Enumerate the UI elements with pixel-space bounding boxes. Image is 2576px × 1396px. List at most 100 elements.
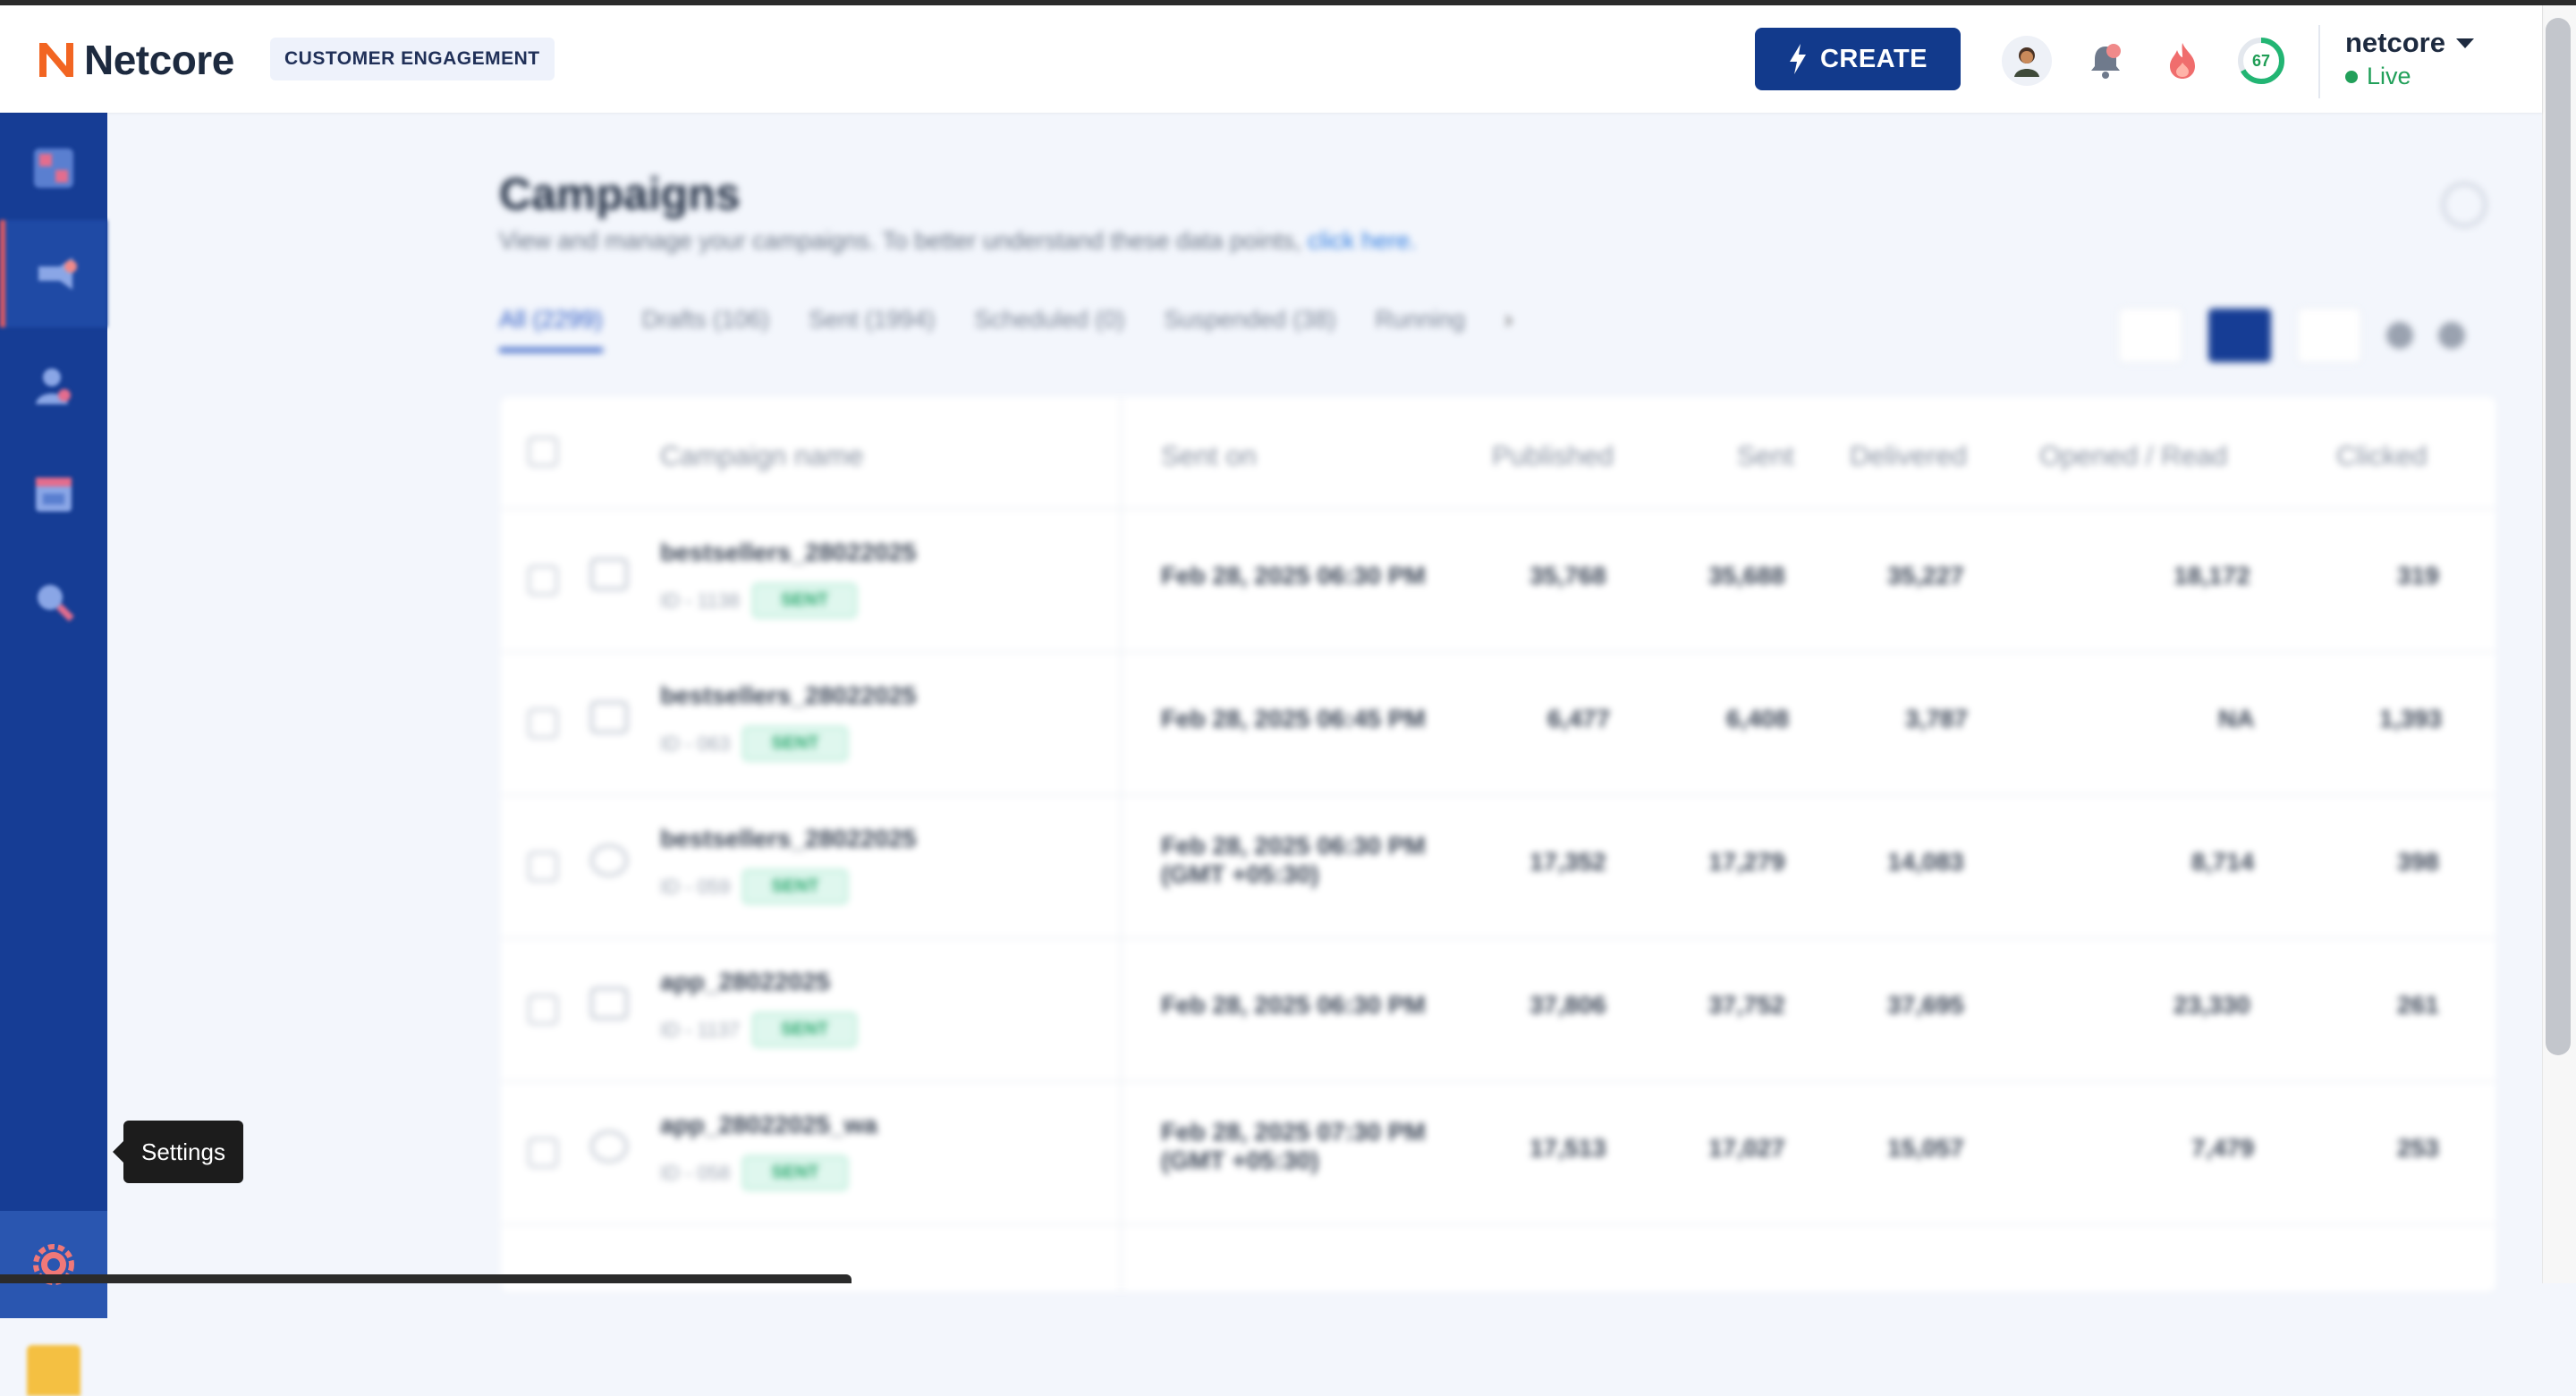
logo-text: Netcore (84, 37, 234, 83)
col-sent-on[interactable]: Sent on (1161, 440, 1257, 472)
filter-icon[interactable] (2438, 322, 2465, 349)
campaign-name[interactable]: bestsellers_28022025 (660, 538, 916, 567)
tab-scheduled[interactable]: Scheduled (0) (974, 306, 1124, 352)
list-view-button[interactable] (2207, 308, 2272, 363)
col-clicked[interactable]: Clicked (2336, 440, 2428, 472)
tab-suspended[interactable]: Suspended (38) (1164, 306, 1335, 352)
sent-count: 35,688 (1708, 562, 1785, 589)
clicked-count: 1,393 (2379, 705, 2443, 732)
sent-on: Feb 28, 2025 06:30 PM (1161, 991, 1426, 1019)
campaign-name[interactable]: bestsellers_28022025 (660, 681, 916, 710)
tab-all[interactable]: All (2299) (499, 306, 603, 352)
sent-count: 17,027 (1708, 1134, 1785, 1162)
status-badge: SENT (742, 726, 848, 761)
campaign-id: ID - 059 (660, 875, 731, 898)
account-status: Live (2345, 63, 2474, 90)
bell-icon[interactable] (2080, 36, 2131, 86)
grid-view-button[interactable] (2297, 308, 2361, 363)
table-row[interactable]: bestsellers_28022025 ID - 063 SENT Feb 2… (501, 653, 2496, 796)
sent-on: Feb 28, 2025 06:30 PM (1161, 562, 1426, 589)
clicked-count: 253 (2397, 1134, 2439, 1162)
tab-drafts[interactable]: Drafts (106) (642, 306, 770, 352)
campaigns-page: Campaigns View and manage your campaigns… (107, 113, 2542, 1291)
col-campaign-name[interactable]: Campaign name (660, 440, 863, 472)
analytics-icon (38, 585, 74, 622)
product-label: CUSTOMER ENGAGEMENT (270, 38, 555, 80)
download-button[interactable] (2118, 308, 2182, 363)
sidebar-item-calendar[interactable] (0, 440, 107, 547)
sidebar-item-customers[interactable] (0, 333, 107, 440)
page-subtitle-text: View and manage your campaigns. To bette… (499, 227, 1301, 254)
email-channel-icon (590, 558, 628, 590)
col-delivered[interactable]: Delivered (1850, 440, 1967, 472)
row-checkbox[interactable] (528, 994, 558, 1025)
sidebar-item-campaigns[interactable] (0, 220, 107, 327)
opened-count: 8,714 (2191, 848, 2255, 876)
account-status-label: Live (2367, 63, 2411, 89)
status-badge: SENT (742, 869, 848, 904)
sent-on: Feb 28, 2025 07:30 PM (GMT +05:30) (1161, 1118, 1426, 1174)
published-count: 35,768 (1530, 562, 1606, 589)
table-row[interactable]: bestsellers_28022025 ID - 1138 SENT Feb … (501, 510, 2496, 653)
sidebar-item-dashboard[interactable] (0, 114, 107, 222)
calendar-icon (36, 478, 72, 512)
sidebar (0, 113, 107, 1396)
campaign-name[interactable]: app_28022025_wa (660, 1111, 877, 1139)
status-badge: SENT (751, 583, 858, 618)
flame-icon[interactable] (2157, 36, 2207, 86)
settings-columns-icon[interactable] (2386, 322, 2413, 349)
campaigns-icon (38, 258, 77, 290)
published-count: 37,806 (1530, 991, 1606, 1019)
campaign-tabs: All (2299) Drafts (106) Sent (1994) Sche… (499, 306, 1513, 352)
col-published[interactable]: Published (1492, 440, 1614, 472)
clicked-count: 319 (2397, 562, 2439, 589)
opened-count: NA (2218, 705, 2255, 732)
published-count: 17,352 (1530, 848, 1606, 876)
create-button[interactable]: CREATE (1755, 28, 1961, 90)
page-title: Campaigns (499, 169, 741, 219)
tab-running[interactable]: Running (1375, 306, 1465, 352)
dashboard-icon (34, 148, 73, 188)
account-name: netcore (2345, 27, 2445, 58)
score-ring-icon[interactable]: 67 (2236, 36, 2286, 86)
sidebar-item-analytics[interactable] (0, 547, 107, 655)
col-opened-read[interactable]: Opened / Read (2039, 440, 2227, 472)
row-checkbox[interactable] (528, 851, 558, 882)
published-count: 17,513 (1530, 1134, 1606, 1162)
help-link[interactable]: click here. (1308, 227, 1417, 254)
tabs-chevron-right-icon[interactable]: › (1504, 306, 1513, 352)
sidebar-item-help[interactable] (27, 1345, 80, 1396)
top-header: Netcore CUSTOMER ENGAGEMENT CREATE 67 ne… (0, 5, 2542, 113)
campaign-meta: ID - 063 SENT (660, 726, 848, 761)
delivered-count: 14,083 (1887, 848, 1964, 876)
published-count: 6,477 (1547, 705, 1611, 732)
select-all-checkbox[interactable] (528, 436, 558, 467)
netcore-logo[interactable]: Netcore (34, 36, 234, 84)
row-checkbox[interactable] (528, 1138, 558, 1168)
row-checkbox[interactable] (528, 565, 558, 596)
tab-sent[interactable]: Sent (1994) (809, 306, 935, 352)
row-checkbox[interactable] (528, 708, 558, 739)
score-value: 67 (2251, 51, 2271, 70)
header-divider (2318, 25, 2320, 98)
scrollbar-thumb[interactable] (2546, 18, 2571, 1055)
account-name-row[interactable]: netcore (2345, 27, 2474, 59)
campaign-id: ID - 1138 (660, 588, 740, 612)
whatsapp-channel-icon (590, 1130, 628, 1163)
sidebar-item-settings[interactable] (0, 1211, 107, 1318)
netcore-logo-icon (39, 43, 73, 77)
table-row[interactable]: bestsellers_28022025 ID - 059 SENT Feb 2… (501, 796, 2496, 939)
campaign-name[interactable]: app_28022025 (660, 968, 830, 996)
table-row[interactable]: app_28022025 ID - 1137 SENT Feb 28, 2025… (501, 939, 2496, 1082)
search-icon[interactable] (2442, 182, 2487, 227)
col-sent[interactable]: Sent (1737, 440, 1794, 472)
table-row[interactable]: app_28022025_wa ID - 058 SENT Feb 28, 20… (501, 1082, 2496, 1225)
campaign-name[interactable]: bestsellers_28022025 (660, 825, 916, 853)
view-toolbar (2118, 308, 2465, 363)
whatsapp-channel-icon (590, 844, 628, 876)
status-badge: SENT (751, 1012, 858, 1047)
account-switcher[interactable]: netcore Live (2345, 27, 2474, 90)
avatar-icon[interactable] (2002, 36, 2052, 86)
opened-count: 18,172 (2174, 562, 2250, 589)
blurred-content: Campaigns View and manage your campaigns… (107, 113, 2542, 1291)
